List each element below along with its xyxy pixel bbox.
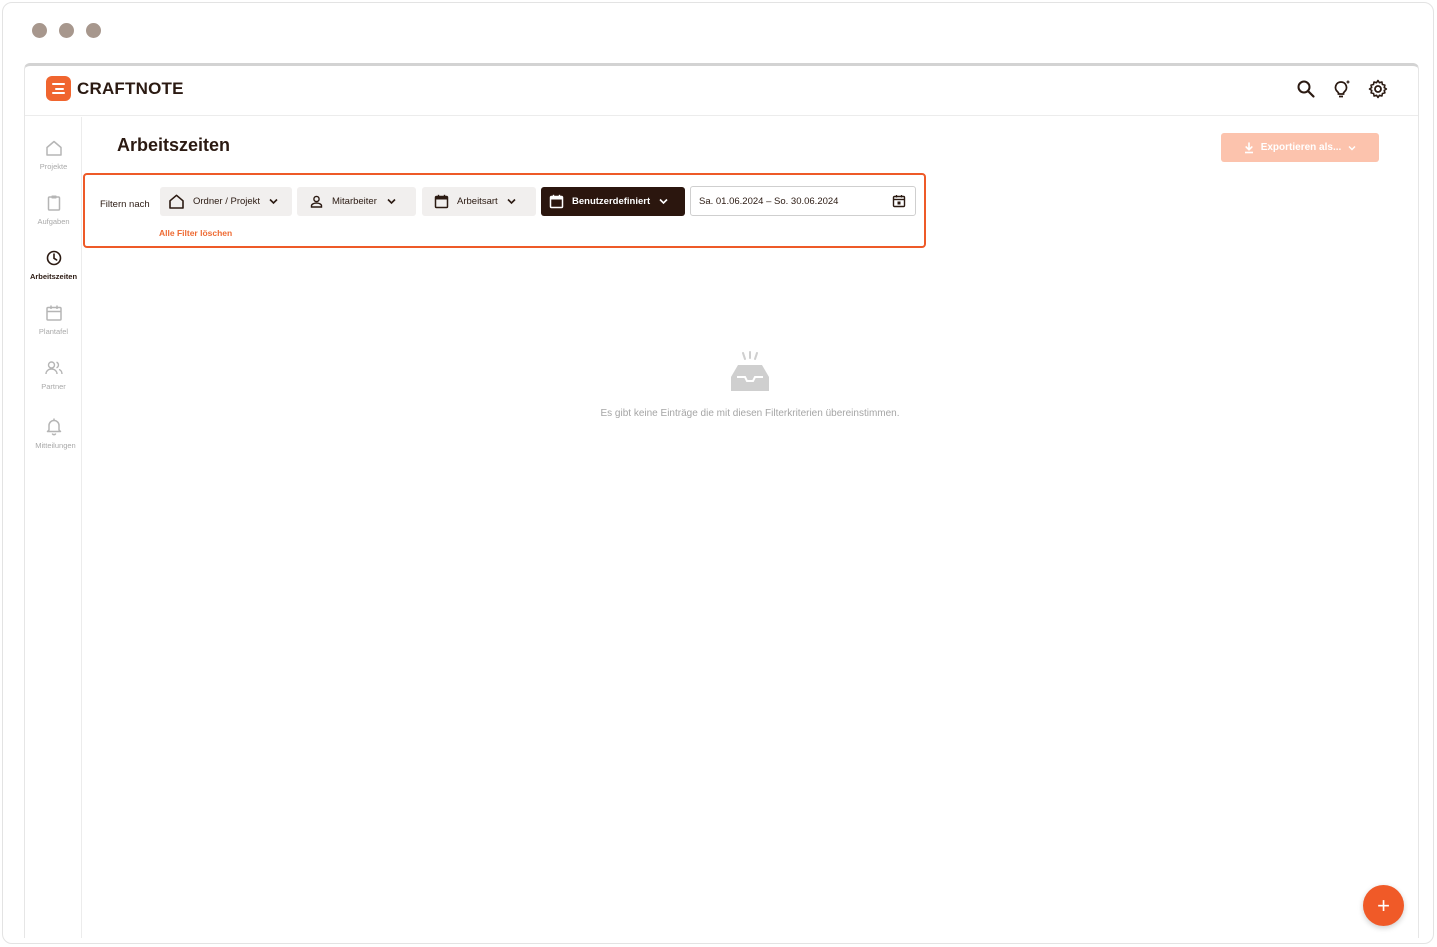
employee-filter-dropdown[interactable]: Mitarbeiter — [297, 187, 416, 216]
export-button[interactable]: Exportieren als... — [1221, 133, 1379, 162]
home-icon — [45, 140, 62, 156]
project-filter-label: Ordner / Projekt — [193, 196, 261, 207]
sidebar-item-label: Aufgaben — [37, 217, 70, 226]
period-filter-label: Benutzerdefiniert — [572, 196, 651, 207]
employee-filter-label: Mitarbeiter — [332, 196, 377, 207]
work-type-filter-dropdown[interactable]: Arbeitsart — [422, 187, 536, 216]
brand-name: CRAFTNOTE — [77, 78, 184, 98]
clipboard-icon — [47, 195, 60, 211]
sidebar-item-arbeitszeiten[interactable]: Arbeitszeiten — [25, 249, 82, 281]
sidebar-item-label: Plantafel — [38, 327, 69, 336]
date-range-input[interactable]: Sa. 01.06.2024 – So. 30.06.2024 — [690, 186, 916, 216]
craftnote-logo-icon — [46, 76, 71, 101]
bell-icon — [46, 418, 61, 436]
sidebar-item-partner[interactable]: Partner — [25, 359, 82, 391]
download-icon — [1244, 141, 1253, 153]
sidebar: Projekte Aufgaben Arbeitszeiten Plantafe… — [25, 117, 82, 938]
sidebar-item-label: Projekte — [39, 162, 68, 171]
filter-label: Filtern nach — [100, 199, 150, 210]
chevron-down-icon — [1348, 145, 1356, 150]
search-icon[interactable] — [1296, 79, 1316, 99]
sidebar-item-label: Arbeitszeiten — [29, 272, 78, 281]
empty-message: Es gibt keine Einträge die mit diesen Fi… — [600, 408, 900, 419]
chevron-down-icon — [387, 198, 396, 205]
clear-filters-link[interactable]: Alle Filter löschen — [159, 228, 232, 238]
clock-icon — [46, 250, 61, 266]
window-controls — [32, 23, 101, 38]
gear-icon[interactable] — [1368, 79, 1388, 99]
app-window: CRAFTNOTE Projekte Aufgaben Arbeitszeite… — [24, 63, 1419, 938]
window-frame: CRAFTNOTE Projekte Aufgaben Arbeitszeite… — [2, 2, 1434, 944]
project-filter-dropdown[interactable]: Ordner / Projekt — [160, 187, 292, 216]
sidebar-item-projekte[interactable]: Projekte — [25, 139, 82, 171]
user-icon — [310, 195, 323, 208]
export-label: Exportieren als... — [1260, 142, 1342, 153]
chevron-down-icon — [269, 198, 278, 205]
date-range-value: Sa. 01.06.2024 – So. 30.06.2024 — [699, 195, 839, 207]
logo[interactable]: CRAFTNOTE — [46, 76, 184, 101]
empty-inbox-icon — [731, 351, 769, 391]
period-filter-dropdown[interactable]: Benutzerdefiniert — [541, 187, 685, 216]
top-bar: CRAFTNOTE — [25, 66, 1418, 116]
sidebar-item-label: Partner — [41, 382, 66, 391]
page-title: Arbeitszeiten — [117, 135, 231, 155]
lightbulb-icon[interactable] — [1332, 79, 1352, 99]
sidebar-item-label: Mitteilungen — [35, 441, 76, 450]
home-icon — [169, 194, 184, 209]
add-entry-button[interactable]: + — [1363, 885, 1404, 926]
calendar-icon — [434, 194, 449, 209]
calendar-picker-icon[interactable] — [892, 194, 906, 208]
sidebar-item-plantafel[interactable]: Plantafel — [25, 304, 82, 336]
sidebar-item-mitteilungen[interactable]: Mitteilungen — [25, 417, 82, 450]
window-minimize-dot[interactable] — [59, 23, 74, 38]
filter-panel: Filtern nach Ordner / Projekt Mitarbeite… — [83, 173, 926, 248]
main-content: Arbeitszeiten Exportieren als... Filtern… — [82, 117, 1418, 938]
empty-state: Es gibt keine Einträge die mit diesen Fi… — [522, 351, 978, 419]
window-maximize-dot[interactable] — [86, 23, 101, 38]
top-actions — [1296, 79, 1388, 99]
calendar-icon — [45, 305, 62, 321]
chevron-down-icon — [507, 198, 516, 205]
users-icon — [44, 361, 63, 375]
calendar-icon — [549, 194, 564, 209]
work-type-filter-label: Arbeitsart — [457, 196, 498, 207]
window-close-dot[interactable] — [32, 23, 47, 38]
plus-icon: + — [1377, 892, 1390, 918]
sidebar-item-aufgaben[interactable]: Aufgaben — [25, 194, 82, 226]
chevron-down-icon — [659, 198, 668, 205]
